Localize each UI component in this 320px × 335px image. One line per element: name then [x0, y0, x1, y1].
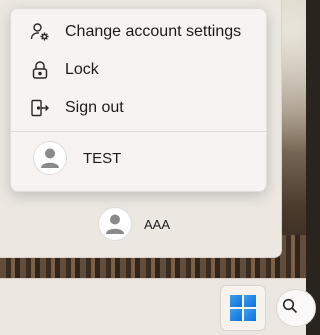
lock-item[interactable]: Lock	[11, 51, 266, 89]
windows-logo-icon	[230, 295, 256, 321]
lock-icon	[29, 59, 51, 81]
gear-person-icon	[29, 21, 51, 43]
change-account-settings-item[interactable]: Change account settings	[11, 13, 266, 51]
taskbar	[0, 278, 316, 335]
change-account-settings-label: Change account settings	[65, 23, 242, 40]
sign-out-label: Sign out	[65, 99, 124, 116]
current-user-button[interactable]: AAA	[98, 207, 170, 241]
switch-user-name: TEST	[83, 149, 122, 167]
current-user-name: AAA	[144, 216, 171, 232]
taskbar-search-button[interactable]	[276, 289, 316, 327]
sign-out-icon	[29, 97, 51, 119]
sign-out-item[interactable]: Sign out	[11, 89, 266, 127]
avatar-icon	[98, 207, 132, 241]
search-icon	[282, 298, 298, 319]
start-button[interactable]	[220, 285, 266, 331]
avatar-icon	[33, 141, 67, 175]
lock-label: Lock	[65, 61, 99, 78]
switch-user-test[interactable]: TEST	[11, 132, 266, 184]
account-flyout-menu: Change account settings Lock Sign out TE…	[10, 8, 267, 192]
